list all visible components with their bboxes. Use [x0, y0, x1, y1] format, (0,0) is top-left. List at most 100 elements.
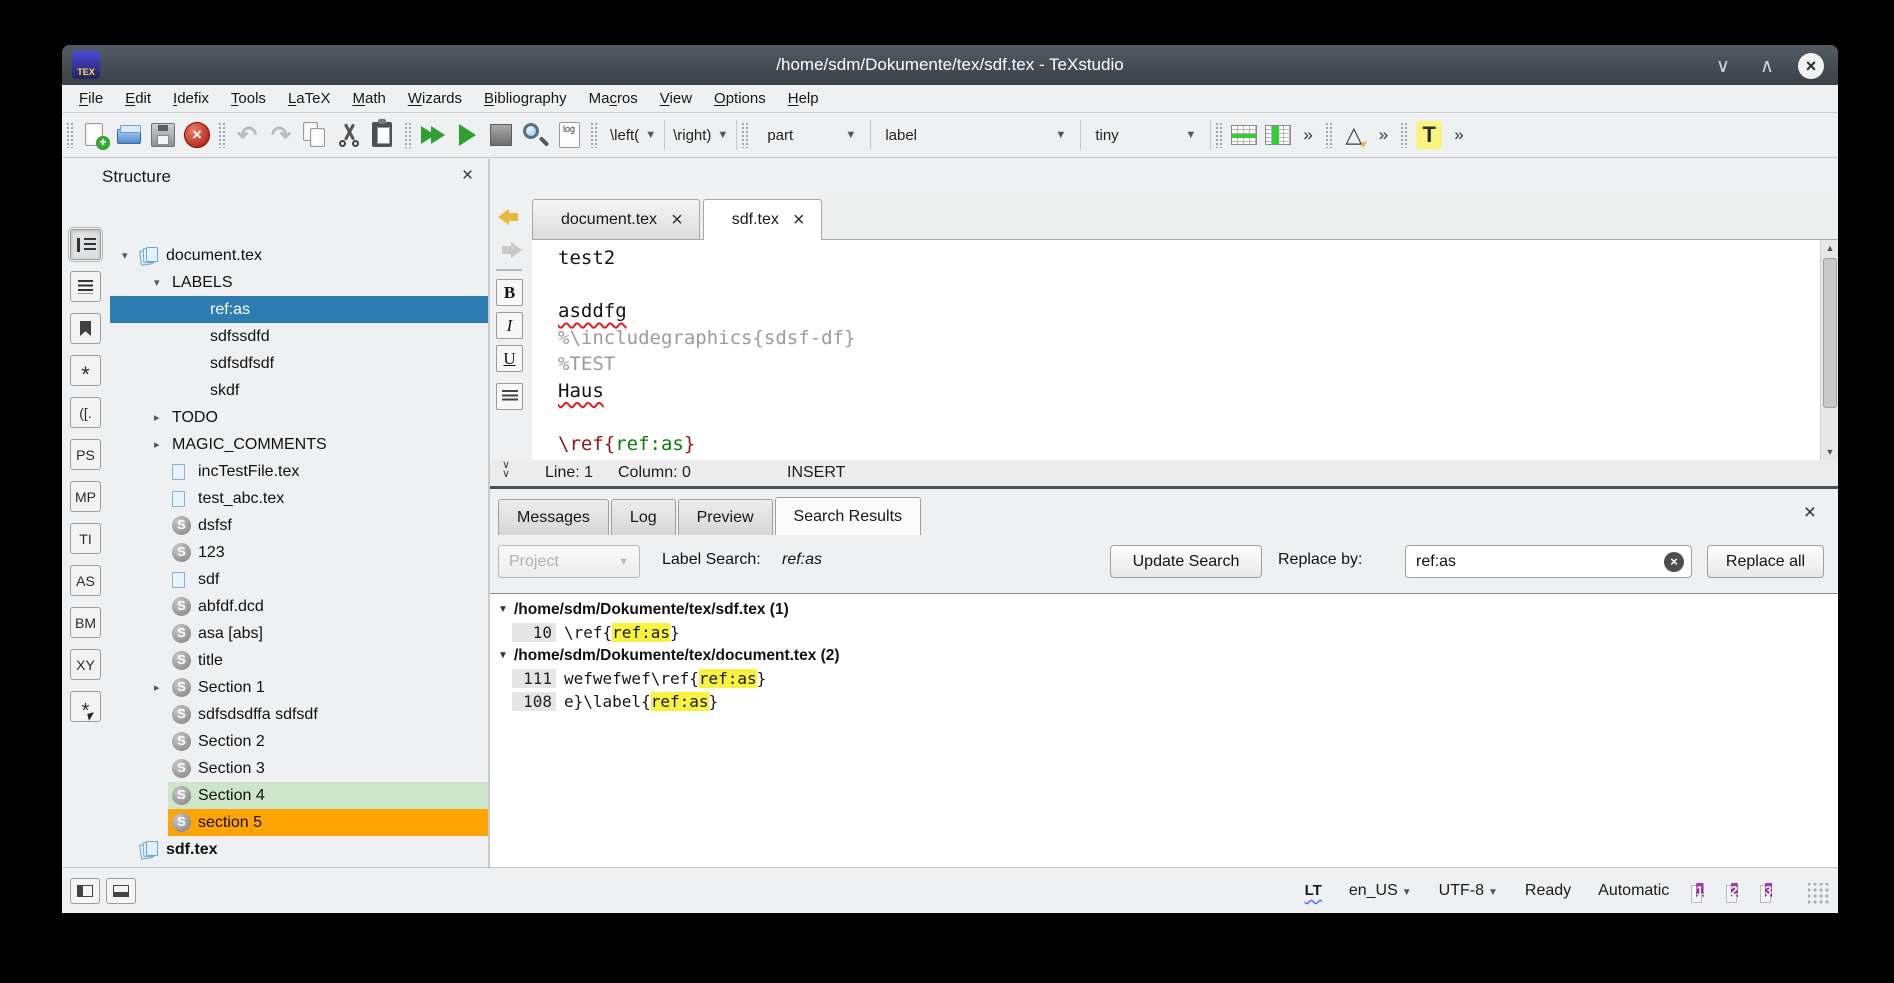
output-panel-close-icon[interactable]: ×: [1804, 501, 1816, 525]
sidebar-tab-structure-view[interactable]: [70, 229, 101, 260]
result-file-row[interactable]: ▼/home/sdm/Dokumente/tex/sdf.tex (1): [490, 598, 1838, 621]
collapse-editor-icon[interactable]: ∨∨: [502, 461, 510, 479]
editor-scrollbar[interactable]: ▲ ▼: [1820, 240, 1838, 460]
sidebar-tab-xymatrix-commands[interactable]: XY: [70, 649, 101, 680]
tree-item[interactable]: sdfssdfd: [108, 323, 488, 350]
open-file-button[interactable]: [112, 118, 146, 152]
toolbar-drag-handle[interactable]: [1400, 122, 1408, 148]
result-file-row[interactable]: ▼/home/sdm/Dokumente/tex/document.tex (2…: [490, 644, 1838, 667]
result-match-row[interactable]: 108e}\label{ref:as}: [490, 690, 1838, 713]
toolbar-drag-handle[interactable]: [590, 122, 598, 148]
result-match-row[interactable]: 10\ref{ref:as}: [490, 621, 1838, 644]
resize-grip[interactable]: [1808, 883, 1830, 905]
update-search-button[interactable]: Update Search: [1110, 545, 1262, 578]
sidebar-tab-metapost-commands[interactable]: MP: [70, 481, 101, 512]
tab-close-icon[interactable]: ×: [671, 211, 683, 229]
languagetool-indicator[interactable]: LT: [1305, 882, 1322, 899]
language-selector[interactable]: en_US▼: [1349, 882, 1412, 900]
window-maximize-button[interactable]: ∧: [1754, 53, 1780, 79]
line-endings-selector[interactable]: Automatic: [1598, 882, 1669, 900]
toolbar-drag-handle[interactable]: [218, 122, 226, 148]
sidebar-tab-asymptote-commands[interactable]: AS: [70, 565, 101, 596]
tree-item[interactable]: sdf: [108, 566, 488, 593]
expander-icon[interactable]: ▾: [154, 276, 172, 289]
bold-button[interactable]: B: [496, 279, 523, 306]
toolbar-overflow-icon[interactable]: »: [1295, 125, 1320, 145]
justify-button[interactable]: [496, 383, 523, 410]
tree-item[interactable]: SSection 3: [108, 755, 488, 782]
italic-button[interactable]: I: [496, 312, 523, 339]
menu-latex[interactable]: LaTeX: [277, 85, 342, 112]
sidebar-tab-symbols-all[interactable]: *: [70, 691, 101, 722]
redo-button[interactable]: ↷: [264, 118, 298, 152]
view-log-button[interactable]: log: [552, 118, 586, 152]
label-combo[interactable]: label▼: [871, 120, 1081, 150]
undo-button[interactable]: ↶: [230, 118, 264, 152]
sidebar-tab-document-lines-view[interactable]: [70, 271, 101, 302]
bookmark-badge[interactable]: 3: [1765, 882, 1772, 900]
toggle-output-panel-button[interactable]: [106, 878, 136, 904]
tree-item[interactable]: Sdsfsf: [108, 512, 488, 539]
toolbar-drag-handle[interactable]: [1325, 122, 1333, 148]
bookmark-badge[interactable]: 1: [1696, 882, 1703, 900]
tree-item[interactable]: Ssdfsdsdffa sdfsdf: [108, 701, 488, 728]
bookmark-badge[interactable]: 2: [1731, 882, 1738, 900]
tree-item[interactable]: incTestFile.tex: [108, 458, 488, 485]
code-editor[interactable]: test2asddfg%\includegraphics{sdsf-df}%TE…: [532, 240, 1820, 460]
panel-tab-preview[interactable]: Preview: [678, 499, 773, 535]
tree-item[interactable]: ▾LABELS: [108, 269, 488, 296]
toolbar-drag-handle[interactable]: [1215, 122, 1223, 148]
math-symbols-button[interactable]: △: [1337, 118, 1371, 152]
result-match-row[interactable]: 111wefwefwef\ref{ref:as}: [490, 667, 1838, 690]
tree-item[interactable]: sdfsdfsdf: [108, 350, 488, 377]
left-bracket-dropdown[interactable]: \left(▼: [602, 120, 665, 150]
sidebar-tab-symbols-common[interactable]: *: [70, 355, 101, 386]
toggle-structure-panel-button[interactable]: [70, 878, 100, 904]
tab-close-icon[interactable]: ×: [793, 211, 805, 229]
tree-item[interactable]: Stitle: [108, 647, 488, 674]
tree-item[interactable]: SSection 2: [108, 728, 488, 755]
menu-idefix[interactable]: Idefix: [162, 85, 220, 112]
toolbar-overflow-icon[interactable]: »: [1446, 125, 1471, 145]
expander-icon[interactable]: ▼: [498, 604, 514, 615]
navigate-back-button[interactable]: [496, 204, 524, 230]
panel-tab-log[interactable]: Log: [611, 499, 676, 535]
copy-button[interactable]: [298, 118, 332, 152]
panel-tab-messages[interactable]: Messages: [498, 499, 609, 535]
navigate-forward-button[interactable]: [496, 237, 524, 263]
tree-item[interactable]: Sabfdf.dcd: [108, 593, 488, 620]
scroll-down-icon[interactable]: ▼: [1821, 444, 1838, 460]
close-file-button[interactable]: ×: [180, 118, 214, 152]
menu-math[interactable]: Math: [341, 85, 396, 112]
tree-item[interactable]: Sasa [abs]: [108, 620, 488, 647]
sidebar-tab-beamer-commands[interactable]: BM: [70, 607, 101, 638]
tree-item[interactable]: ▾document.tex: [108, 242, 488, 269]
expander-icon[interactable]: ▸: [154, 681, 172, 694]
replace-input[interactable]: ref:as ×: [1405, 545, 1692, 578]
toolbar-overflow-icon[interactable]: »: [1371, 125, 1396, 145]
window-close-button[interactable]: ×: [1798, 53, 1824, 79]
menu-options[interactable]: Options: [703, 85, 777, 112]
search-scope-combo[interactable]: Project ▼: [498, 545, 640, 578]
menu-view[interactable]: View: [649, 85, 703, 112]
tree-item[interactable]: S123: [108, 539, 488, 566]
stop-button[interactable]: [484, 118, 518, 152]
tree-item[interactable]: ▸SSection 1: [108, 674, 488, 701]
menu-wizards[interactable]: Wizards: [397, 85, 473, 112]
menu-tools[interactable]: Tools: [220, 85, 277, 112]
toolbar-drag-handle[interactable]: [404, 122, 412, 148]
tree-item[interactable]: Ssection 5: [108, 809, 488, 836]
view-pdf-button[interactable]: [518, 118, 552, 152]
underline-button[interactable]: U: [496, 345, 523, 372]
panel-tab-search-results[interactable]: Search Results: [775, 497, 922, 535]
replace-all-button[interactable]: Replace all: [1707, 545, 1824, 578]
size-combo[interactable]: tiny▼: [1081, 120, 1211, 150]
editor-tab-sdf.tex[interactable]: sdf.tex×: [703, 199, 822, 240]
sidebar-tab-pstricks-commands[interactable]: PS: [70, 439, 101, 470]
sidebar-tab-tikz-commands[interactable]: TI: [70, 523, 101, 554]
expander-icon[interactable]: ▸: [154, 411, 172, 424]
structure-close-icon[interactable]: ×: [462, 165, 473, 187]
scrollbar-thumb[interactable]: [1823, 258, 1837, 408]
paste-button[interactable]: [366, 118, 400, 152]
sidebar-tab-brackets-symbols[interactable]: ([.: [70, 397, 101, 428]
